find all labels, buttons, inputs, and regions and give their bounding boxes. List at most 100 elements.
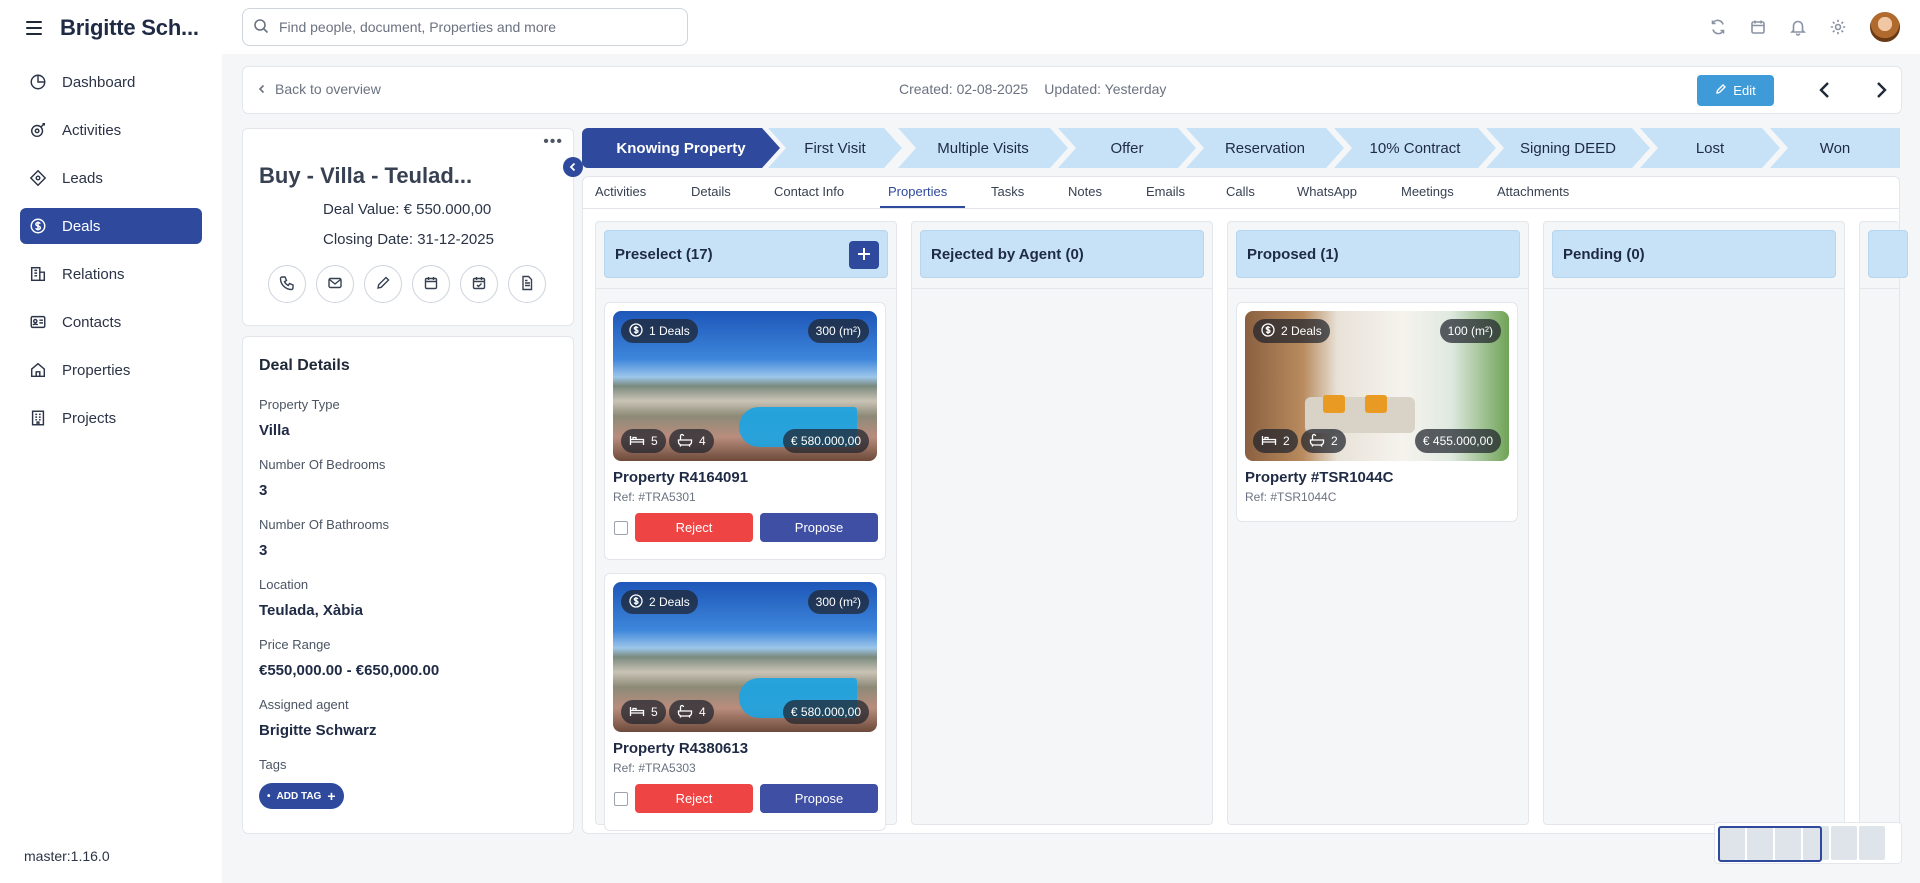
- column-title: Rejected by Agent (0): [931, 246, 1084, 263]
- location-value: Teulada, Xàbia: [259, 602, 363, 619]
- edit-button[interactable]: Edit: [1697, 75, 1774, 106]
- sync-icon[interactable]: [1708, 17, 1728, 37]
- tab-whatsapp[interactable]: WhatsApp: [1297, 184, 1357, 199]
- price-value: € 455.000,00: [1422, 434, 1493, 448]
- property-name[interactable]: Property #TSR1044C: [1245, 469, 1393, 486]
- area-value: 300 (m²): [815, 595, 861, 609]
- menu-icon[interactable]: [20, 14, 48, 42]
- price-range-label: Price Range: [259, 637, 331, 652]
- sidebar-item-dashboard[interactable]: Dashboard: [20, 64, 202, 100]
- stage-knowing-property[interactable]: Knowing Property: [582, 128, 780, 168]
- tab-details[interactable]: Details: [691, 184, 731, 199]
- minimap-column: [1831, 826, 1857, 860]
- stage-first-visit[interactable]: First Visit: [768, 128, 902, 168]
- task-button[interactable]: [460, 265, 498, 303]
- add-tag-button[interactable]: • ADD TAG +: [259, 783, 344, 809]
- column-header: [1868, 230, 1908, 278]
- stage-won[interactable]: Won: [1770, 128, 1900, 168]
- next-deal-button[interactable]: [1867, 77, 1895, 105]
- stage-label: Lost: [1695, 139, 1725, 157]
- tab-notes[interactable]: Notes: [1068, 184, 1102, 199]
- edit-label: Edit: [1733, 83, 1756, 98]
- property-card[interactable]: 2 Deals 100 (m²) 2 2 € 455.000,00 Proper…: [1236, 302, 1518, 522]
- call-button[interactable]: [268, 265, 306, 303]
- tab-meetings[interactable]: Meetings: [1401, 184, 1454, 199]
- created-date: Created: 02-08-2025: [899, 81, 1029, 97]
- sidebar-item-label: Properties: [62, 361, 131, 379]
- kanban-column-proposed: Proposed (1) 2 Deals 100 (m²) 2 2 € 455.…: [1227, 221, 1529, 825]
- tab-bar: Activities Details Contact Info Properti…: [583, 177, 1899, 209]
- price-value: € 580.000,00: [790, 434, 861, 448]
- column-title: Pending (0): [1563, 246, 1645, 263]
- search-input[interactable]: [279, 19, 659, 35]
- reject-button[interactable]: Reject: [635, 513, 753, 542]
- stage-signing-deed[interactable]: Signing DEED: [1486, 128, 1650, 168]
- sidebar-item-label: Relations: [62, 265, 125, 283]
- stage-offer[interactable]: Offer: [1058, 128, 1196, 168]
- column-title: Proposed (1): [1247, 246, 1339, 263]
- sidebar-item-leads[interactable]: Leads: [20, 160, 202, 196]
- stage-lost[interactable]: Lost: [1640, 128, 1780, 168]
- property-card[interactable]: 1 Deals 300 (m²) 5 4 € 580.000,00 Proper…: [604, 302, 886, 560]
- minimap-viewport[interactable]: [1718, 826, 1822, 862]
- bedrooms-value: 3: [259, 482, 268, 499]
- edit-deal-button[interactable]: [364, 265, 402, 303]
- sidebar-item-relations[interactable]: Relations: [20, 256, 202, 292]
- reject-button[interactable]: Reject: [635, 784, 753, 813]
- propose-button[interactable]: Propose: [760, 784, 878, 813]
- previous-deal-button[interactable]: [1811, 77, 1839, 105]
- property-name[interactable]: Property R4380613: [613, 740, 748, 757]
- document-button[interactable]: [508, 265, 546, 303]
- area-value: 300 (m²): [815, 324, 861, 338]
- stage-10-contract[interactable]: 10% Contract: [1334, 128, 1496, 168]
- email-button[interactable]: [316, 265, 354, 303]
- tab-properties[interactable]: Properties: [888, 184, 947, 199]
- baths-count: 2: [1331, 434, 1338, 448]
- bath-icon: [677, 433, 693, 450]
- select-checkbox[interactable]: [614, 521, 628, 535]
- property-card[interactable]: 2 Deals 300 (m²) 5 4 € 580.000,00 Proper…: [604, 573, 886, 831]
- propose-button[interactable]: Propose: [760, 513, 878, 542]
- relations-icon: [28, 264, 48, 284]
- tab-contact-info[interactable]: Contact Info: [774, 184, 844, 199]
- sidebar-item-label: Activities: [62, 121, 122, 139]
- area-badge: 300 (m²): [807, 319, 869, 343]
- more-options-icon[interactable]: •••: [543, 133, 563, 151]
- bath-icon: [677, 704, 693, 721]
- select-checkbox[interactable]: [614, 792, 628, 806]
- sidebar-item-projects[interactable]: Projects: [20, 400, 202, 436]
- back-to-overview-link[interactable]: Back to overview: [257, 81, 381, 97]
- sidebar-item-deals[interactable]: Deals: [20, 208, 202, 244]
- property-name[interactable]: Property R4164091: [613, 469, 748, 486]
- plus-icon: [857, 247, 871, 264]
- calendar-icon[interactable]: [1748, 17, 1768, 37]
- user-avatar[interactable]: [1868, 10, 1902, 44]
- area-badge: 300 (m²): [807, 590, 869, 614]
- stage-reservation[interactable]: Reservation: [1186, 128, 1344, 168]
- schedule-button[interactable]: [412, 265, 450, 303]
- search-box[interactable]: [242, 8, 688, 46]
- stage-multiple-visits[interactable]: Multiple Visits: [898, 128, 1068, 168]
- area-value: 100 (m²): [1447, 324, 1493, 338]
- gear-icon[interactable]: [1828, 17, 1848, 37]
- tab-attachments[interactable]: Attachments: [1497, 184, 1569, 199]
- sidebar-nav: Dashboard Activities Leads Deals Relatio…: [20, 64, 202, 448]
- beds-badge: 5: [621, 429, 666, 453]
- column-header: Proposed (1): [1236, 230, 1520, 278]
- sidebar-item-contacts[interactable]: Contacts: [20, 304, 202, 340]
- tab-calls[interactable]: Calls: [1226, 184, 1255, 199]
- chevron-left-icon: [257, 81, 267, 97]
- updated-date: Updated: Yesterday: [1044, 81, 1167, 97]
- dollar-icon: [629, 322, 643, 340]
- collapse-panel-button[interactable]: [563, 157, 583, 177]
- sidebar-item-activities[interactable]: Activities: [20, 112, 202, 148]
- tab-activities[interactable]: Activities: [595, 184, 646, 199]
- tab-emails[interactable]: Emails: [1146, 184, 1185, 199]
- bell-icon[interactable]: [1788, 17, 1808, 37]
- divider: [1860, 288, 1899, 289]
- tab-tasks[interactable]: Tasks: [991, 184, 1024, 199]
- sidebar-item-label: Projects: [62, 409, 117, 427]
- kanban-minimap[interactable]: [1714, 822, 1902, 864]
- sidebar-item-properties[interactable]: Properties: [20, 352, 202, 388]
- add-property-button[interactable]: [849, 241, 879, 269]
